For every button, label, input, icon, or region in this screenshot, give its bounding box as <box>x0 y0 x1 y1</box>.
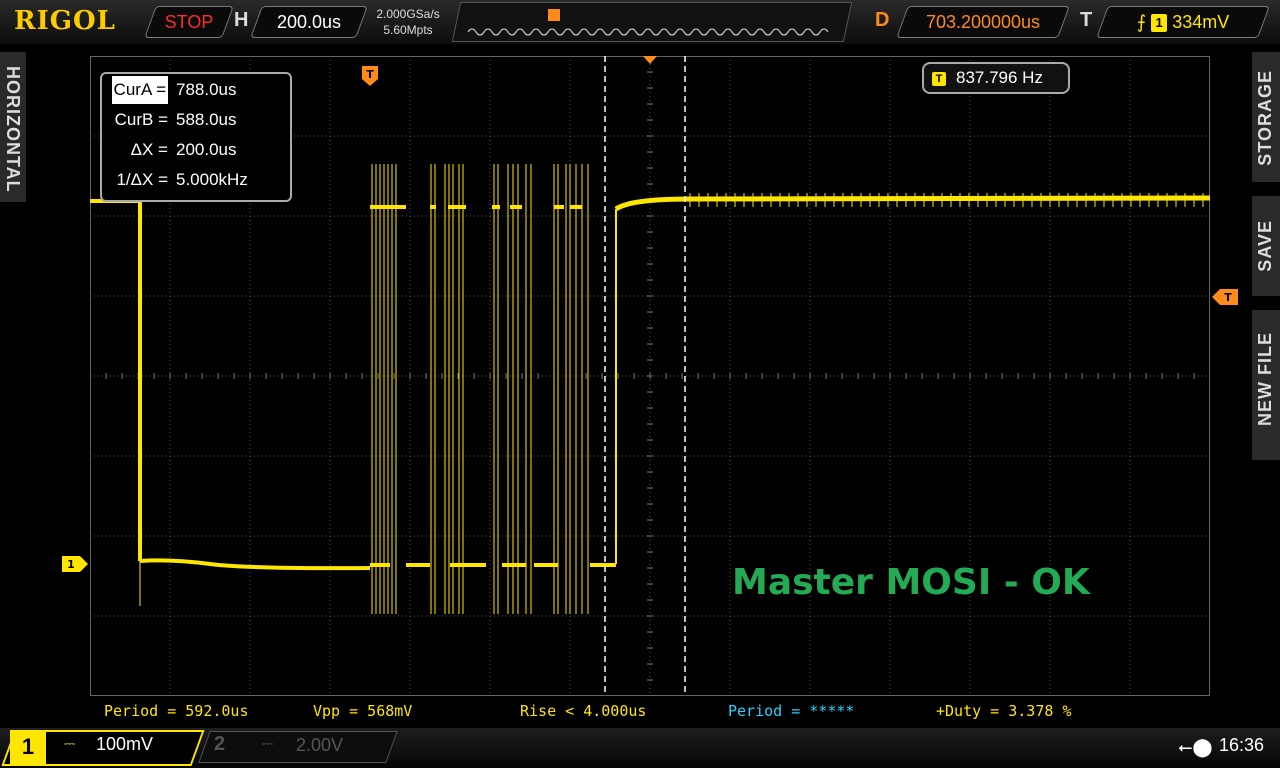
cursor-b-label: CurB = <box>114 110 168 129</box>
trigger-position-marker[interactable]: T <box>362 66 378 86</box>
save-label: SAVE <box>1255 220 1275 272</box>
trigger-display[interactable]: ⨍ 1 334mV <box>1096 6 1270 38</box>
channel2-scale: 2.00V <box>296 735 344 755</box>
inverse-delta-x-value: 5.000kHz <box>176 170 248 189</box>
delay-center-marker <box>643 56 657 64</box>
measurement-rise[interactable]: Rise < 4.000us <box>520 702 646 720</box>
channel1-scale: 100mV <box>96 734 154 754</box>
cursor-b-value: 588.0us <box>176 110 237 129</box>
frequency-counter: T 837.796 Hz <box>922 62 1070 94</box>
channel1-offset-marker[interactable]: 1 <box>62 556 88 572</box>
inverse-delta-x-label: 1/ΔX = <box>116 170 168 189</box>
cursor-row: ΔX = 200.0us <box>106 136 286 164</box>
rigol-logo: RIGOL <box>14 6 116 36</box>
delay-display[interactable]: 703.200000us <box>896 6 1070 38</box>
save-softkey[interactable]: SAVE <box>1252 196 1280 296</box>
annotation-text: Master MOSI - OK <box>732 562 1090 603</box>
storage-label: STORAGE <box>1255 70 1275 166</box>
cursor-row: CurB = 588.0us <box>106 106 286 134</box>
horizontal-menu-tab[interactable]: HORIZONTAL <box>0 52 26 202</box>
memory-overview-waveform <box>467 9 829 36</box>
trace-segment <box>614 195 1210 212</box>
trigger-display-content: ⨍ 1 334mV <box>1103 7 1263 37</box>
storage-softkey[interactable]: STORAGE <box>1252 52 1280 182</box>
freq-icon-wrap: T <box>932 64 946 92</box>
sample-rate: 2.000GSa/s <box>376 7 440 21</box>
trigger-marker-text: T <box>366 68 374 81</box>
cursor-row: 1/ΔX = 5.000kHz <box>106 166 286 194</box>
usb-icon: ⭠⬤ <box>1178 737 1213 757</box>
cursor-readout-panel: CurA = 788.0us CurB = 588.0us ΔX = 200.0… <box>100 72 292 202</box>
trace-segment <box>90 199 371 571</box>
cursor-row: CurA = 788.0us <box>106 76 286 104</box>
acquisition-info: 2.000GSa/s 5.60Mpts <box>368 6 448 38</box>
cursor-a-label: CurA = <box>111 76 168 104</box>
frequency-value: 837.796 Hz <box>956 68 1043 87</box>
trigger-level-marker[interactable]: T <box>1212 289 1238 305</box>
horizontal-label: H <box>234 9 249 31</box>
trigger-label: T <box>1080 9 1093 31</box>
dc-coupling-icon: ⎓ <box>262 735 274 751</box>
measurement-period[interactable]: Period = 592.0us <box>104 702 249 720</box>
channel1-number: 1 <box>10 730 46 764</box>
run-state-text: STOP <box>164 12 214 32</box>
trigger-level-marker-text: T <box>1224 291 1232 304</box>
memory-trigger-marker <box>548 9 560 21</box>
delay-label: D <box>875 9 890 31</box>
trigger-source-badge: 1 <box>1151 14 1168 33</box>
measurement-period-ch2[interactable]: Period = ***** <box>728 702 854 720</box>
clock-time: 16:36 <box>1219 735 1265 755</box>
measurement-vpp[interactable]: Vpp = 568mV <box>313 702 412 720</box>
timebase-value: 200.0us <box>276 12 342 32</box>
channel2-number: 2 <box>214 733 226 755</box>
delay-value: 703.200000us <box>925 12 1041 32</box>
rising-edge-icon: ⨍ <box>1136 12 1147 32</box>
delta-x-label: ΔX = <box>130 140 168 159</box>
new-file-softkey[interactable]: NEW FILE <box>1252 310 1280 460</box>
trigger-counter-icon: T <box>932 71 946 86</box>
dc-coupling-icon: ⎓ <box>64 735 76 751</box>
trigger-level-value: 334mV <box>1172 12 1230 32</box>
cursor-a-value: 788.0us <box>176 80 237 99</box>
new-file-label: NEW FILE <box>1255 332 1275 426</box>
measurement-duty[interactable]: +Duty = 3.378 % <box>936 702 1071 720</box>
run-stop-indicator[interactable]: STOP <box>144 6 234 38</box>
delta-x-value: 200.0us <box>176 140 237 159</box>
timebase-display[interactable]: 200.0us <box>250 6 368 38</box>
horizontal-tab-label: HORIZONTAL <box>3 66 23 193</box>
memory-depth: 5.60Mpts <box>383 23 433 37</box>
channel1-marker-text: 1 <box>67 558 75 571</box>
